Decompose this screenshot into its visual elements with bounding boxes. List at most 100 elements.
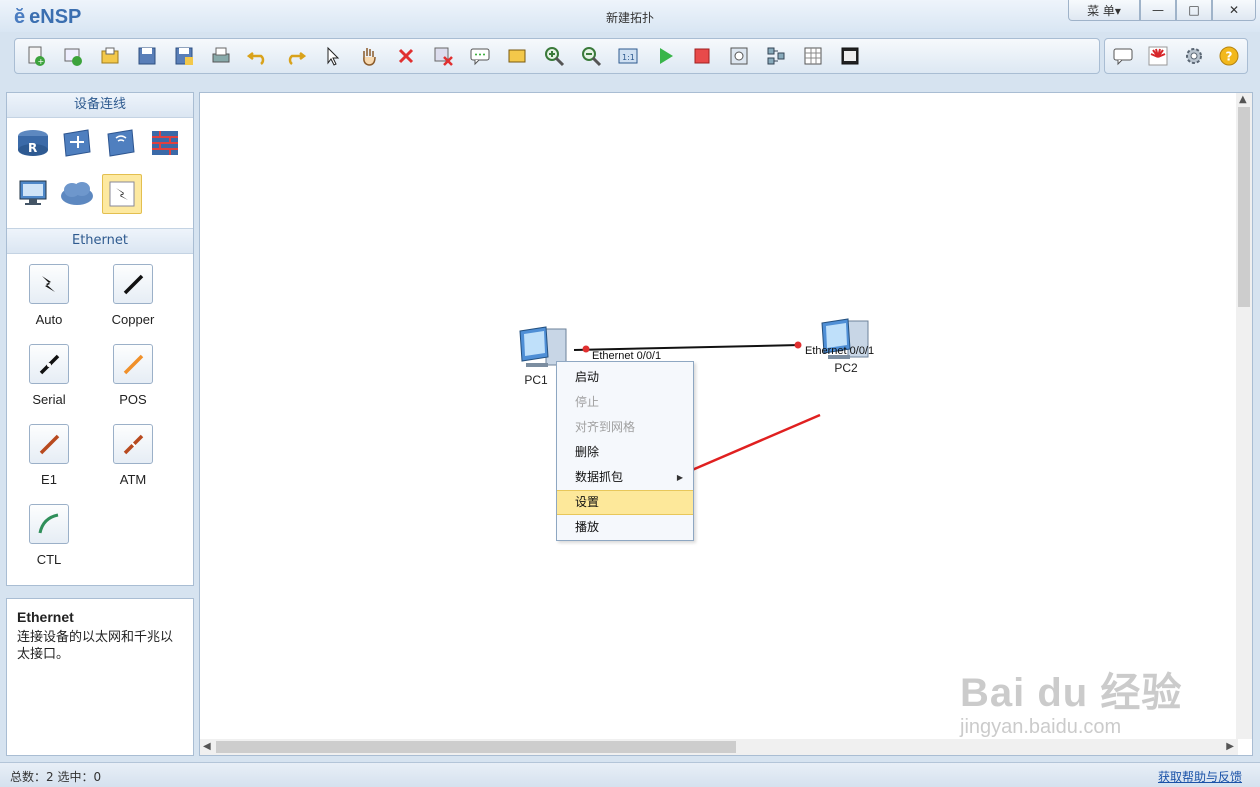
submenu-arrow-icon: ▶ [676, 473, 683, 482]
menu-item-2: 对齐到网格 [557, 415, 693, 440]
text-annotation-icon[interactable] [465, 42, 495, 70]
menu-item-label: 播放 [575, 520, 600, 534]
svg-text:+: + [38, 57, 45, 66]
cable-label: POS [119, 392, 147, 407]
menu-item-label: 对齐到网格 [575, 420, 636, 434]
firewall-icon[interactable] [146, 124, 184, 162]
zoom-out-icon[interactable] [576, 42, 606, 70]
menu-item-label: 设置 [575, 495, 600, 509]
svg-text:1:1: 1:1 [622, 53, 635, 62]
auto-cable-icon [29, 264, 69, 304]
cable-label: Serial [32, 392, 66, 407]
cable-label: E1 [41, 472, 57, 487]
help-feedback-link[interactable]: 获取帮助与反馈 [1158, 768, 1242, 785]
topology-canvas[interactable]: PC1 Ethernet 0/0/1 PC2 Ethernet 0/0/1 启动… [199, 92, 1253, 756]
device-panel: 设备连线 R Ethernet Auto Copper Serial POS E1 ATM… [6, 92, 194, 586]
device-section-header: 设备连线 [7, 93, 193, 118]
watermark-line1: Bai du 经验 [960, 671, 1183, 715]
cable-item-e1[interactable]: E1 [7, 424, 91, 504]
zoom-in-icon[interactable] [539, 42, 569, 70]
pan-hand-icon[interactable] [354, 42, 384, 70]
wireless-icon[interactable] [102, 124, 140, 162]
port-dot-pc2 [794, 341, 802, 349]
main-toolbar: + 1:1 [14, 38, 1100, 74]
cable-icon[interactable] [102, 174, 142, 214]
cable-item-copper[interactable]: Copper [91, 264, 175, 344]
menu-item-label: 删除 [575, 445, 600, 459]
side-toolbar: ? [1104, 38, 1248, 74]
menu-item-1: 停止 [557, 390, 693, 415]
select-icon[interactable] [317, 42, 347, 70]
main-menu-button[interactable]: 菜 单▾ [1068, 0, 1140, 21]
cable-item-atm[interactable]: ATM [91, 424, 175, 504]
cable-label: CTL [36, 552, 62, 567]
save-icon[interactable] [132, 42, 162, 70]
pos-cable-icon [113, 344, 153, 384]
copper-cable-icon [113, 264, 153, 304]
router-icon[interactable]: R [14, 124, 52, 162]
pc1-label: PC1 [524, 373, 548, 387]
vertical-scroll-thumb[interactable] [1238, 107, 1250, 307]
atm-cable-icon [113, 424, 153, 464]
watermark-line2: jingyan.baidu.com [960, 716, 1122, 738]
redo-icon[interactable] [280, 42, 310, 70]
menu-item-4[interactable]: 数据抓包 ▶ [557, 465, 693, 490]
delete-icon[interactable] [391, 42, 421, 70]
menu-item-5[interactable]: 设置 [557, 490, 693, 515]
horizontal-scroll-thumb[interactable] [216, 741, 736, 753]
start-icon[interactable] [650, 42, 680, 70]
print-icon[interactable] [206, 42, 236, 70]
cable-item-ctl[interactable]: CTL [7, 504, 91, 584]
e1-cable-icon [29, 424, 69, 464]
maximize-button[interactable]: □ [1176, 0, 1212, 21]
chat-icon[interactable] [1108, 42, 1138, 70]
help-icon[interactable]: ? [1214, 42, 1244, 70]
topology-links [573, 341, 821, 506]
cable-section-header: Ethernet [7, 228, 193, 254]
fit-view-icon[interactable]: 1:1 [613, 42, 643, 70]
menu-item-6[interactable]: 播放 [557, 515, 693, 540]
minimize-button[interactable]: — [1140, 0, 1176, 21]
close-button[interactable]: ✕ [1212, 0, 1256, 21]
cable-label: Copper [111, 312, 155, 327]
topology-icon[interactable] [761, 42, 791, 70]
capture-icon[interactable] [724, 42, 754, 70]
pc2-label: PC2 [834, 361, 858, 375]
info-description: 连接设备的以太网和千兆以太接口。 [17, 630, 174, 662]
cable-list: Auto Copper Serial POS E1 ATM CTL [7, 254, 193, 584]
new-example-icon[interactable] [58, 42, 88, 70]
menu-item-label: 启动 [575, 370, 600, 384]
switch-icon[interactable] [58, 124, 96, 162]
cloud-icon[interactable] [58, 174, 96, 212]
save-as-icon[interactable] [169, 42, 199, 70]
scroll-right-icon[interactable]: ▶ [1226, 741, 1234, 752]
serial-cable-icon [29, 344, 69, 384]
cable-label: Auto [35, 312, 63, 327]
pc2-port-label: Ethernet 0/0/1 [805, 345, 875, 357]
delete-link-icon[interactable] [428, 42, 458, 70]
rectangle-icon[interactable] [502, 42, 532, 70]
huawei-logo-icon[interactable] [1143, 42, 1173, 70]
settings-gear-icon[interactable] [1179, 42, 1209, 70]
screenshot-icon[interactable] [835, 42, 865, 70]
status-bar: 总数：2 选中：0 获取帮助与反馈 [0, 762, 1260, 787]
menu-item-3[interactable]: 删除 [557, 440, 693, 465]
cable-item-serial[interactable]: Serial [7, 344, 91, 424]
grid-icon[interactable] [798, 42, 828, 70]
pc-icon[interactable] [14, 174, 52, 212]
stop-icon[interactable] [687, 42, 717, 70]
ctl-cable-icon [29, 504, 69, 544]
scroll-up-icon[interactable]: ▲ [1239, 94, 1247, 105]
menu-item-0[interactable]: 启动 [557, 365, 693, 390]
horizontal-scrollbar[interactable]: ◀ ▶ [200, 739, 1238, 755]
scroll-left-icon[interactable]: ◀ [203, 741, 211, 752]
svg-text:?: ? [1226, 50, 1233, 64]
open-icon[interactable] [95, 42, 125, 70]
undo-icon[interactable] [243, 42, 273, 70]
cable-item-pos[interactable]: POS [91, 344, 175, 424]
vertical-scrollbar[interactable]: ▲ [1236, 93, 1252, 739]
port-dot-pc1 [582, 345, 590, 353]
window-controls: 菜 单▾ — □ ✕ [1068, 0, 1256, 21]
new-topology-icon[interactable]: + [21, 42, 51, 70]
cable-item-auto[interactable]: Auto [7, 264, 91, 344]
